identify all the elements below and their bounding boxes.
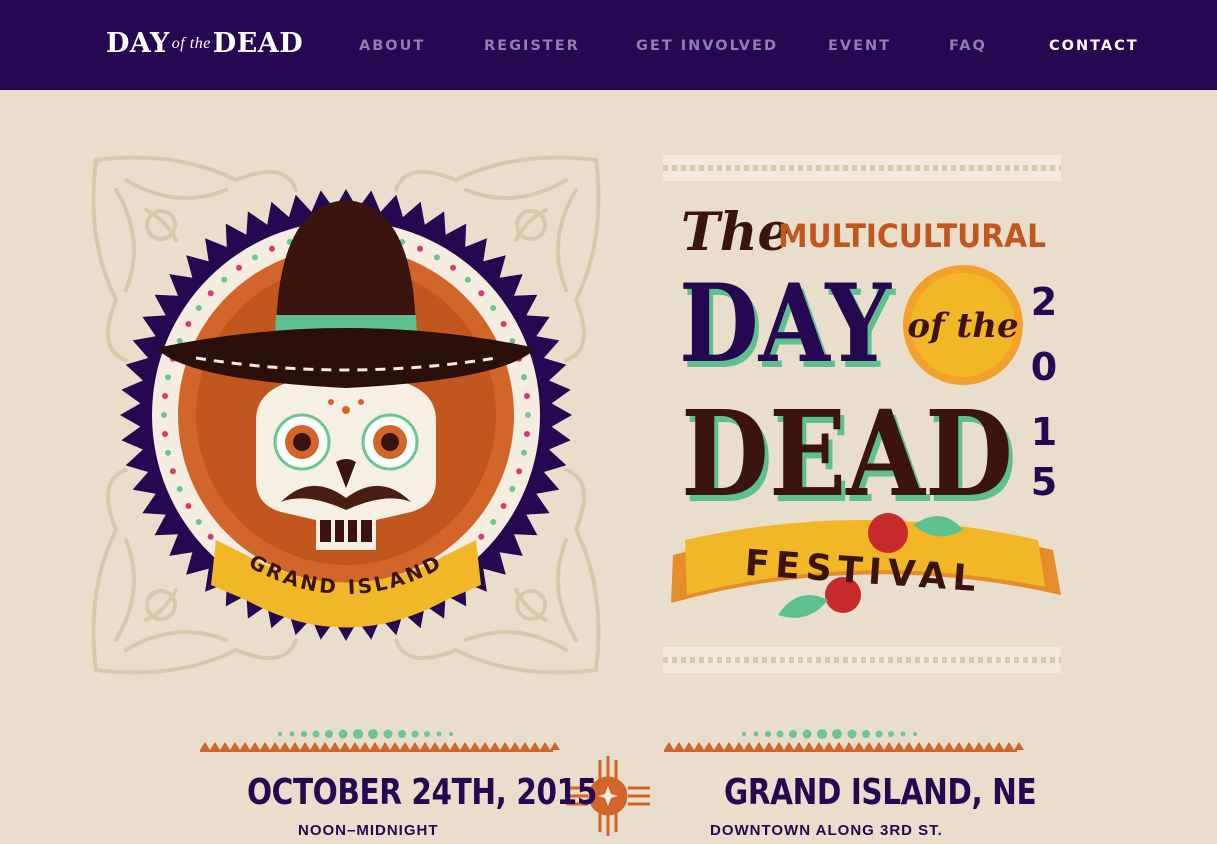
nav-link-contact[interactable]: CONTACT (1049, 38, 1139, 54)
event-location: GRAND ISLAND, NE (724, 772, 1037, 813)
year-digit-0: 0 (1031, 345, 1057, 389)
skull-badge-illustration: GRAND ISLAND (91, 155, 601, 675)
year-digit-1: 1 (1031, 410, 1057, 454)
nav-link-get-involved[interactable]: GET INVOLVED (636, 38, 778, 54)
top-navbar: DAY of the DEAD ABOUT REGISTER GET INVOL… (0, 0, 1217, 90)
nav-link-faq[interactable]: FAQ (949, 38, 987, 54)
zigzag-divider-left (200, 742, 560, 752)
dot-row-right (742, 729, 917, 739)
year-digit-2: 2 (1031, 280, 1057, 324)
poster-multicultural-text: MULTICULTURAL (778, 217, 1046, 255)
event-date: OCTOBER 24TH, 2015 (247, 772, 597, 813)
poster-day-text: DAY (679, 261, 893, 387)
rose-icon (868, 513, 908, 553)
poster-dead-text: DEAD (681, 384, 1013, 523)
nav-link-event[interactable]: EVENT (828, 38, 891, 54)
poster-the-text: The (681, 202, 791, 263)
of-the-seal: of the (903, 265, 1023, 385)
zigzag-divider-right (664, 742, 1024, 752)
dot-row-left (278, 729, 453, 739)
main-nav: ABOUT REGISTER GET INVOLVED EVENT FAQ CO… (0, 0, 1217, 90)
nav-link-register[interactable]: REGISTER (484, 38, 580, 54)
event-time: NOON–MIDNIGHT (298, 822, 439, 839)
event-location-detail: DOWNTOWN ALONG 3RD ST. (710, 822, 943, 839)
year-digit-5: 5 (1031, 460, 1057, 504)
leaf-icon (778, 595, 828, 618)
festival-poster-illustration: The MULTICULTURAL DAY DAY of the 2 0 1 5… (663, 155, 1061, 673)
seal-of-the-text: of the (907, 306, 1018, 346)
nav-link-about[interactable]: ABOUT (359, 38, 425, 54)
